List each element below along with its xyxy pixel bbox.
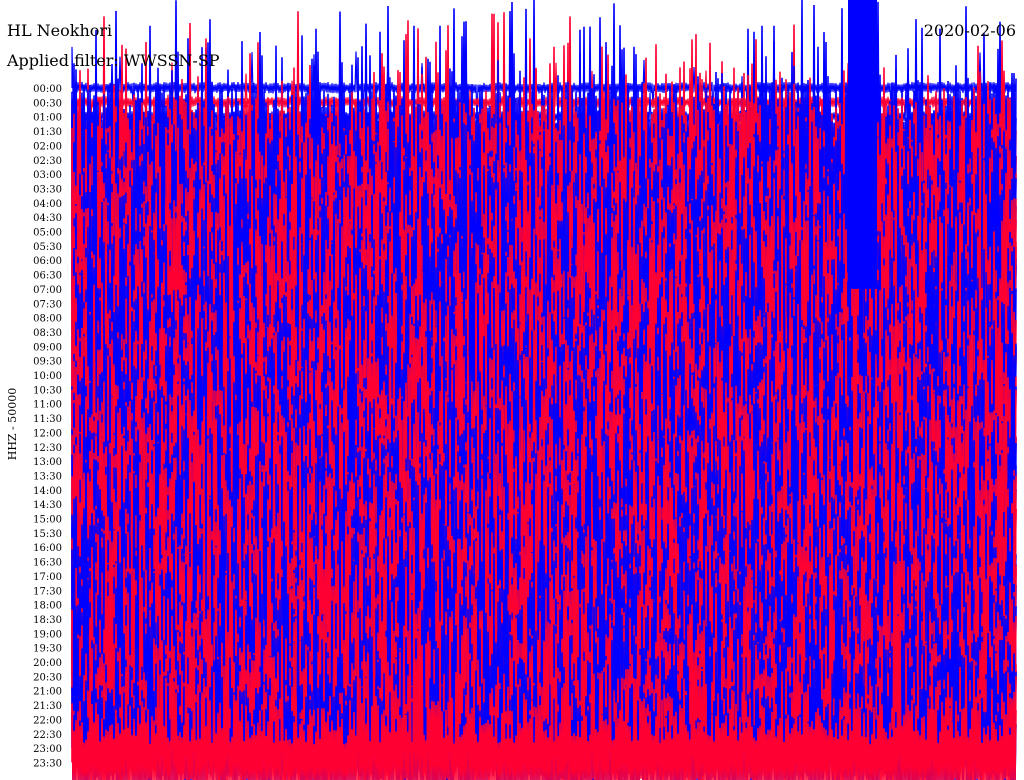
row-time-label: 06:30	[33, 271, 62, 282]
row-time-label: 21:00	[33, 687, 62, 698]
row-time-label: 13:00	[33, 457, 62, 468]
row-time-label: 04:00	[33, 199, 62, 210]
row-time-label: 03:30	[33, 184, 62, 195]
row-time-label: 00:00	[33, 84, 62, 95]
station-title: HL Neokhori	[7, 21, 112, 40]
helicorder-chart: 00:00 00:30 01:00 01:30 02:00 02:30 03:00 03:30…	[0, 0, 1024, 780]
row-time-label: 09:00	[33, 342, 62, 353]
row-time-label: 11:30	[33, 414, 62, 425]
row-time-label: 06:00	[33, 256, 62, 267]
row-time-label: 22:30	[33, 730, 62, 741]
row-time-label: 14:30	[33, 500, 62, 511]
row-time-label: 17:00	[33, 572, 62, 583]
row-time-label: 05:30	[33, 242, 62, 253]
row-time-label: 04:30	[33, 213, 62, 224]
row-time-label: 02:00	[33, 141, 62, 152]
saturation-event	[848, 0, 877, 289]
row-time-label: 23:00	[33, 744, 62, 755]
seismic-traces	[71, 0, 1017, 780]
row-time-label: 00:30	[33, 98, 62, 109]
row-time-label: 20:00	[33, 658, 62, 669]
row-time-label: 10:00	[33, 371, 62, 382]
row-time-label: 03:00	[33, 170, 62, 181]
row-time-label: 18:30	[33, 615, 62, 626]
row-time-label: 11:00	[33, 400, 62, 411]
row-time-label: 22:00	[33, 715, 62, 726]
date-label: 2020-02-06	[924, 21, 1016, 40]
row-time-label: 16:30	[33, 558, 62, 569]
row-time-label: 07:30	[33, 299, 62, 310]
row-time-label: 16:00	[33, 543, 62, 554]
row-time-label: 21:30	[33, 701, 62, 712]
row-time-label: 19:00	[33, 629, 62, 640]
row-time-label: 23:30	[33, 758, 62, 769]
row-time-label: 08:00	[33, 314, 62, 325]
row-time-label: 01:00	[33, 113, 62, 124]
row-time-label: 19:30	[33, 644, 62, 655]
row-time-label: 01:30	[33, 127, 62, 138]
row-time-label: 15:00	[33, 515, 62, 526]
row-time-label: 15:30	[33, 529, 62, 540]
row-time-label: 13:30	[33, 471, 62, 482]
row-time-label: 20:30	[33, 672, 62, 683]
row-time-label: 17:30	[33, 586, 62, 597]
row-time-label: 05:00	[33, 228, 62, 239]
row-time-label: 02:30	[33, 156, 62, 167]
row-time-label: 12:30	[33, 443, 62, 454]
row-time-label: 18:00	[33, 601, 62, 612]
channel-axis-label: HHZ - 50000	[6, 388, 19, 461]
row-time-label: 10:30	[33, 385, 62, 396]
row-time-label: 12:00	[33, 428, 62, 439]
row-time-label: 08:30	[33, 328, 62, 339]
row-time-label: 09:30	[33, 357, 62, 368]
row-time-label: 07:00	[33, 285, 62, 296]
row-time-label: 14:00	[33, 486, 62, 497]
filter-subtitle: Applied filter: WWSSN-SP	[6, 51, 220, 70]
